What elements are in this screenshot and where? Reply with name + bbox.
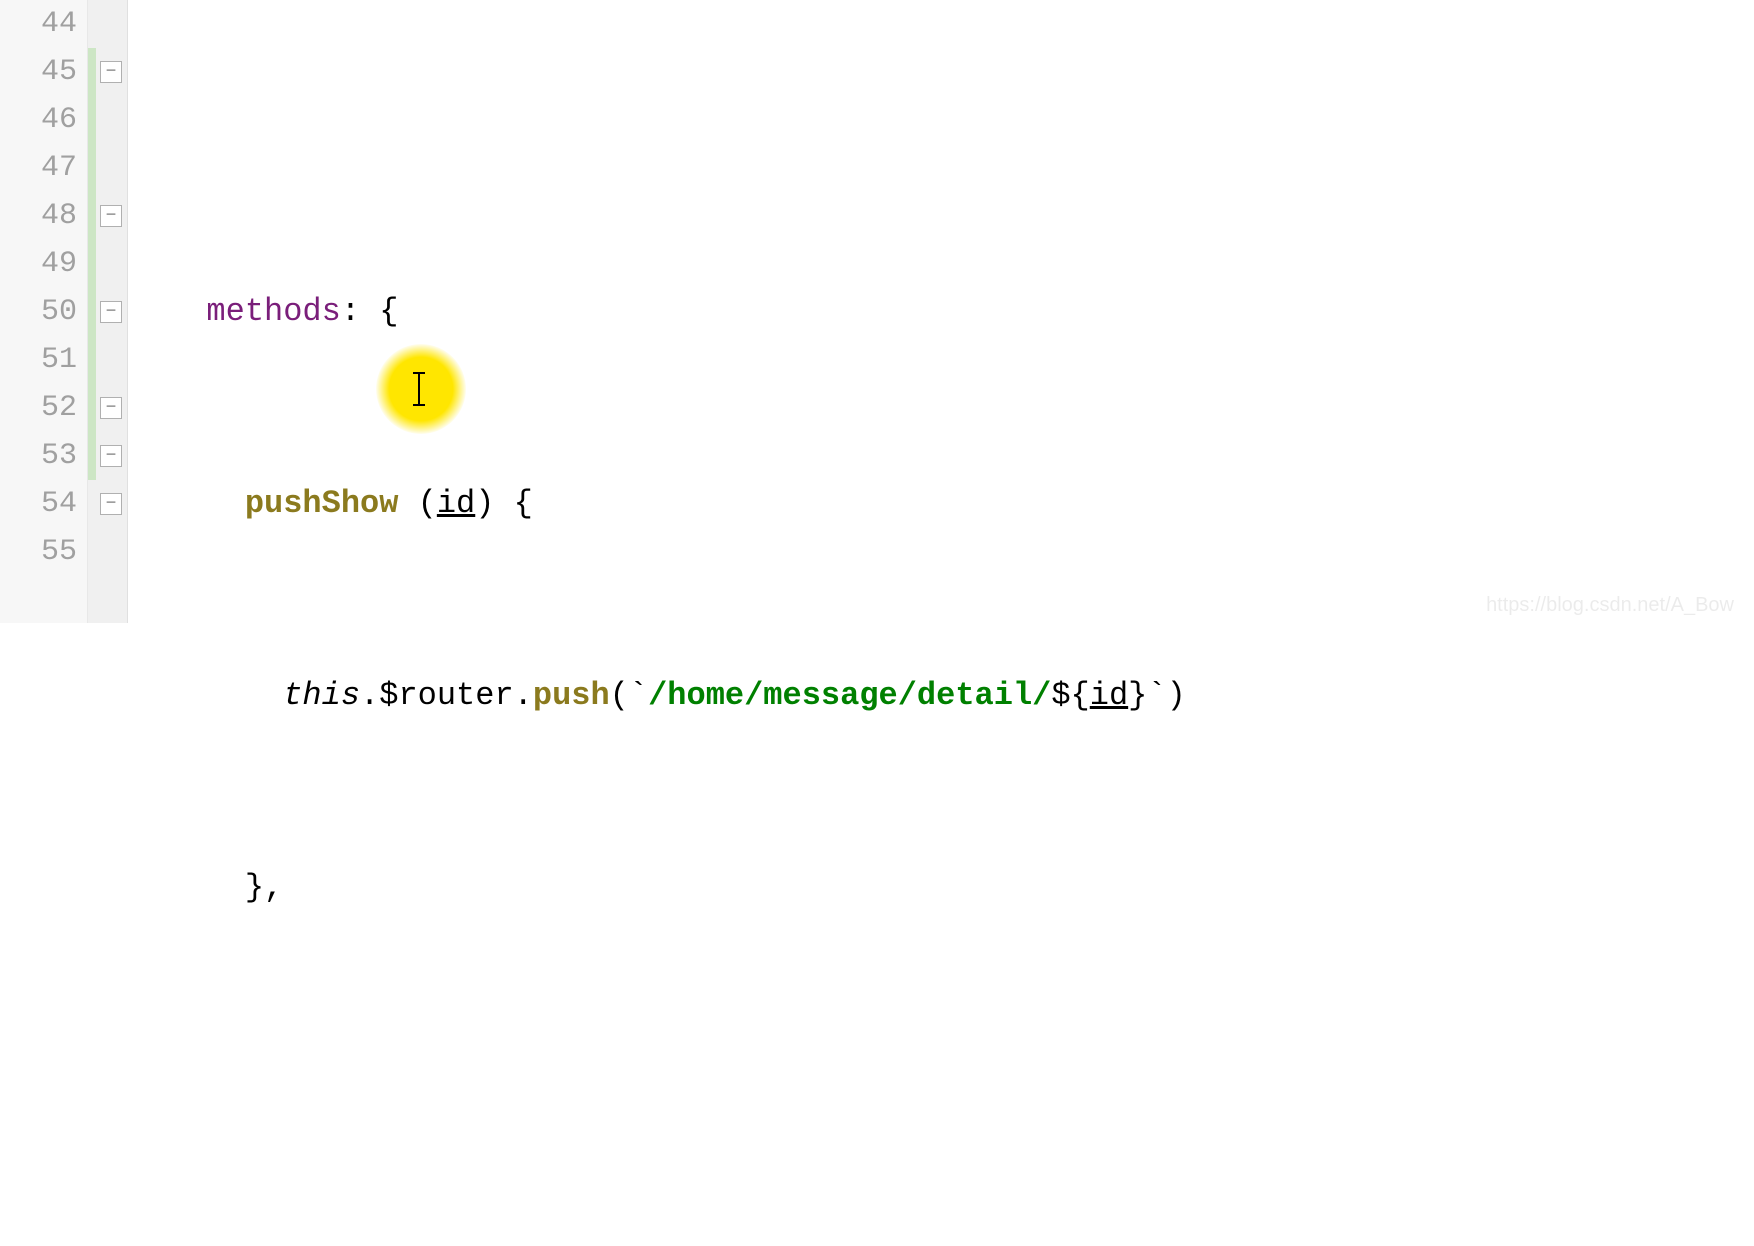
this-keyword: this: [283, 677, 360, 714]
line-number: 51: [0, 336, 77, 384]
interp-var: id: [1090, 677, 1128, 714]
fold-toggle-icon[interactable]: −: [100, 301, 122, 323]
cursor-highlight-icon: [376, 344, 466, 434]
line-number: 48: [0, 192, 77, 240]
text: (: [398, 485, 436, 522]
text: `): [1147, 677, 1185, 714]
code-line-47[interactable]: this.$router.push(`/home/message/detail/…: [168, 672, 1754, 720]
method-call: push: [533, 677, 610, 714]
code-line-48[interactable]: },: [168, 864, 1754, 912]
line-number: 46: [0, 96, 77, 144]
line-number: 54: [0, 480, 77, 528]
text: }: [1128, 677, 1147, 714]
code-line-46[interactable]: pushShow (id) {: [168, 480, 1754, 528]
parameter: id: [437, 485, 475, 522]
line-number: 50: [0, 288, 77, 336]
line-number: 45: [0, 48, 77, 96]
code-editor[interactable]: 44 45 46 47 48 49 50 51 52 53 54 55 − − …: [0, 0, 1754, 623]
code-line-44[interactable]: [168, 96, 1754, 144]
method-name: pushShow: [245, 485, 399, 522]
text: ) {: [475, 485, 533, 522]
text: .$router.: [360, 677, 533, 714]
watermark: https://blog.csdn.net/A_Bow: [1486, 594, 1734, 617]
line-number: 49: [0, 240, 77, 288]
property-key: methods: [206, 293, 340, 330]
fold-gutter: − − − − − −: [88, 0, 128, 623]
line-number: 55: [0, 528, 77, 576]
fold-toggle-icon[interactable]: −: [100, 397, 122, 419]
text: : {: [341, 293, 399, 330]
fold-toggle-icon[interactable]: −: [100, 445, 122, 467]
text: },: [245, 869, 283, 906]
line-number-gutter: 44 45 46 47 48 49 50 51 52 53 54 55: [0, 0, 88, 623]
text: ${: [1051, 677, 1089, 714]
text-caret-icon: [418, 372, 420, 406]
code-line-49[interactable]: [168, 1056, 1754, 1104]
code-line-45[interactable]: methods: {: [168, 288, 1754, 336]
change-marker: [88, 48, 96, 480]
fold-toggle-icon[interactable]: −: [100, 205, 122, 227]
fold-toggle-icon[interactable]: −: [100, 493, 122, 515]
line-number: 52: [0, 384, 77, 432]
line-number: 53: [0, 432, 77, 480]
fold-toggle-icon[interactable]: −: [100, 61, 122, 83]
line-number: 47: [0, 144, 77, 192]
code-area[interactable]: methods: { pushShow (id) { this.$router.…: [128, 0, 1754, 623]
line-number: 44: [0, 0, 77, 48]
string-literal: /home/message/detail/: [648, 677, 1051, 714]
text: (`: [610, 677, 648, 714]
